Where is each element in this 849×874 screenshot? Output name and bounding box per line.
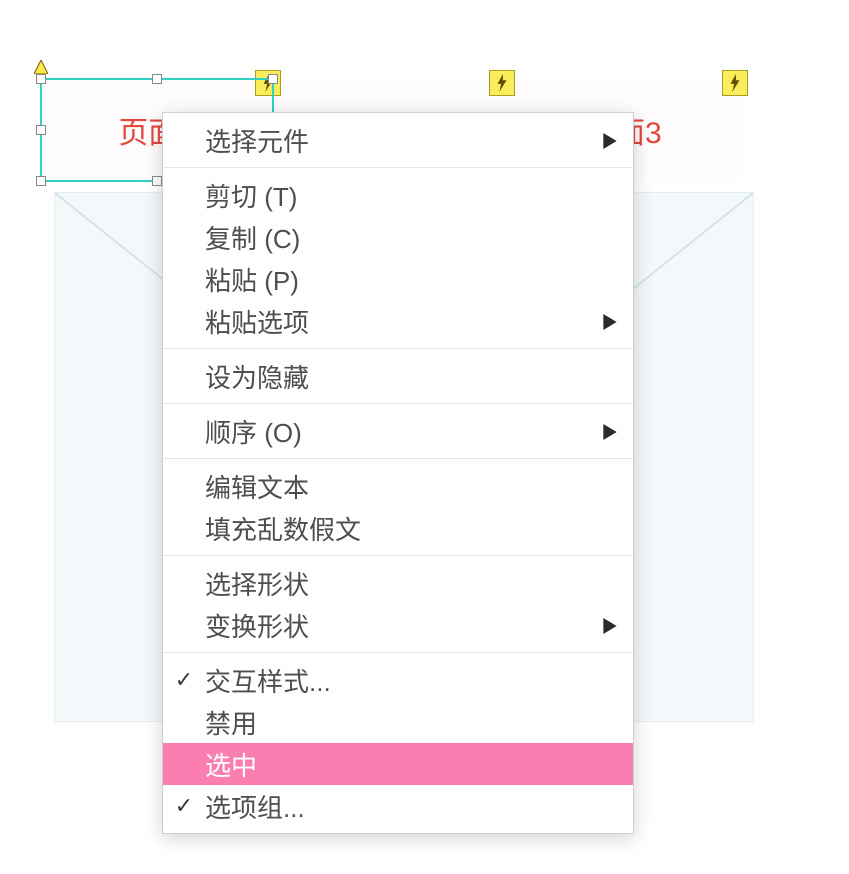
menu-item-paste-options[interactable]: 粘贴选项 bbox=[163, 300, 633, 342]
menu-label: 粘贴 (P) bbox=[205, 261, 587, 298]
menu-item-fill-lorem[interactable]: 填充乱数假文 bbox=[163, 507, 633, 549]
menu-item-selected-state[interactable]: 选中 bbox=[163, 743, 633, 785]
submenu-arrow-icon bbox=[587, 416, 633, 447]
menu-item-interaction-styles[interactable]: ✓ 交互样式... bbox=[163, 659, 633, 701]
menu-item-transform-shape[interactable]: 变换形状 bbox=[163, 604, 633, 646]
menu-item-select-element[interactable]: 选择元件 bbox=[163, 119, 633, 161]
menu-item-order[interactable]: 顺序 (O) bbox=[163, 410, 633, 452]
menu-label: 复制 (C) bbox=[205, 219, 587, 256]
menu-label: 剪切 (T) bbox=[205, 177, 587, 214]
menu-section: 顺序 (O) bbox=[163, 404, 633, 459]
submenu-arrow-icon bbox=[587, 125, 633, 156]
menu-label: 填充乱数假文 bbox=[205, 510, 587, 547]
menu-section: 选择元件 bbox=[163, 113, 633, 168]
menu-label: 顺序 (O) bbox=[205, 413, 587, 450]
menu-label: 选择形状 bbox=[205, 565, 587, 602]
menu-label: 选择元件 bbox=[205, 122, 587, 159]
lightning-icon bbox=[728, 74, 742, 92]
check-icon: ✓ bbox=[163, 793, 205, 819]
menu-label: 变换形状 bbox=[205, 607, 587, 644]
menu-item-edit-text[interactable]: 编辑文本 bbox=[163, 465, 633, 507]
submenu-arrow-icon bbox=[587, 610, 633, 641]
interaction-badge bbox=[722, 70, 748, 96]
design-canvas[interactable]: 页面1 页面2 页面3 bbox=[0, 0, 849, 874]
check-icon: ✓ bbox=[163, 667, 205, 693]
menu-item-copy[interactable]: 复制 (C) bbox=[163, 216, 633, 258]
menu-label: 粘贴选项 bbox=[205, 303, 587, 340]
menu-item-select-shape[interactable]: 选择形状 bbox=[163, 562, 633, 604]
menu-label: 选项组... bbox=[205, 788, 587, 825]
menu-label: 编辑文本 bbox=[205, 468, 587, 505]
menu-label: 选中 bbox=[205, 746, 587, 783]
submenu-arrow-icon bbox=[587, 306, 633, 337]
context-menu[interactable]: 选择元件 剪切 (T) 复制 (C) 粘贴 (P) 粘贴选 bbox=[162, 112, 634, 834]
menu-section: 编辑文本 填充乱数假文 bbox=[163, 459, 633, 556]
menu-item-cut[interactable]: 剪切 (T) bbox=[163, 174, 633, 216]
menu-label: 交互样式... bbox=[205, 662, 587, 699]
menu-item-set-hidden[interactable]: 设为隐藏 bbox=[163, 355, 633, 397]
menu-item-option-group[interactable]: ✓ 选项组... bbox=[163, 785, 633, 827]
menu-item-disable[interactable]: 禁用 bbox=[163, 701, 633, 743]
menu-section: ✓ 交互样式... 禁用 选中 ✓ 选项组... bbox=[163, 653, 633, 833]
menu-section: 设为隐藏 bbox=[163, 349, 633, 404]
rotation-handle-icon[interactable] bbox=[34, 60, 48, 74]
menu-item-paste[interactable]: 粘贴 (P) bbox=[163, 258, 633, 300]
menu-label: 禁用 bbox=[205, 704, 587, 741]
menu-label: 设为隐藏 bbox=[205, 358, 587, 395]
menu-section: 选择形状 变换形状 bbox=[163, 556, 633, 653]
menu-section: 剪切 (T) 复制 (C) 粘贴 (P) 粘贴选项 bbox=[163, 168, 633, 349]
